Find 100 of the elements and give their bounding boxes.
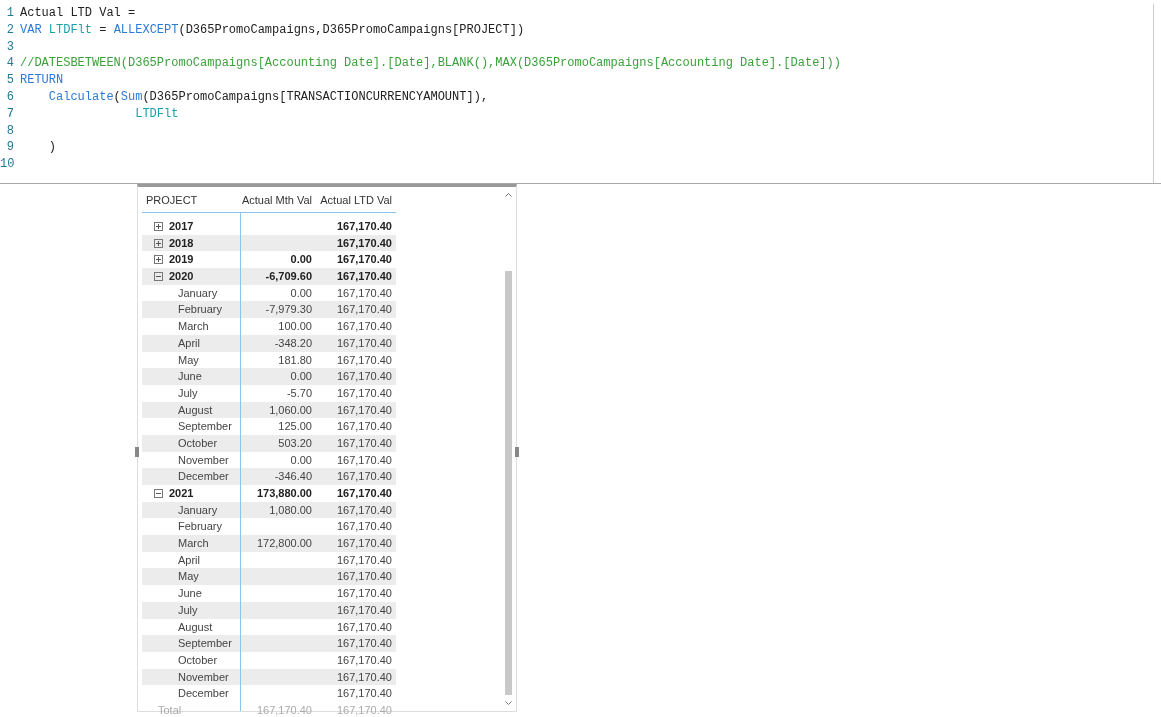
line-number: 8 [5,122,14,140]
table-cell: 167,170.40 [336,487,392,499]
table-cell: 167,170.40 [336,653,392,666]
row-header: October [177,435,218,451]
row-header: December [177,686,229,702]
table-cell: 173,880.00 [256,487,312,499]
table-cell: 167,170.40 [336,603,392,616]
column-header[interactable]: PROJECT [142,193,240,206]
table-cell: 1,060.00 [269,403,312,416]
table-cell: 167,170.40 [336,386,392,399]
code-line: Calculate(Sum(D365PromoCampaigns[TRANSACTIONCURRENCYAMOUNT]), [47,89,489,106]
row-header: 2017 [169,219,194,234]
table-cell: 167,170.40 [336,587,392,600]
row-header: November [177,452,229,468]
row-header: 2020 [169,269,194,285]
code-line: ) [47,139,56,157]
column-header[interactable]: Actual LTD Val [316,193,396,206]
code-line: VAR LTDFlt = ALLEXCEPT(D365PromoCampaigns,D365PromoCampaigns[PROJECT]) [20,21,525,39]
table-cell: 167,170.40 [336,336,392,349]
table-cell: -7,979.30 [265,303,312,316]
table-cell: 0.00 [290,370,312,383]
table-cell: 167,170.40 [336,253,392,266]
table-cell: 167,170.40 [336,637,392,650]
total-label: Total [158,702,182,717]
table-cell: 0.00 [290,286,312,299]
row-header: March [177,319,209,335]
table-cell: 167,170.40 [336,453,392,466]
table-cell: 0.00 [290,253,312,266]
row-header: February [177,519,223,535]
table-cell: 167,170.40 [336,220,392,232]
table-cell: -348.20 [274,336,312,349]
collapse-icon[interactable] [154,488,163,498]
table-cell: 167,170.40 [336,620,392,633]
expand-icon[interactable] [154,255,163,265]
table-cell: 181.80 [278,353,312,366]
row-header: February [177,302,223,318]
table-cell: 167,170.40 [336,537,392,550]
collapse-icon[interactable] [154,271,163,281]
row-header: September [177,419,232,435]
table-cell: -6,709.60 [265,270,312,283]
row-header: April [177,335,200,351]
code-line: LTDFlt [134,105,179,123]
table-cell: 503.20 [278,436,312,449]
resize-handle[interactable] [135,447,139,457]
table-cell: 167,170.40 [336,520,392,533]
line-number: 5 [5,72,14,89]
row-header: 2018 [169,235,194,251]
table-cell: 167,170.40 [336,436,392,449]
row-header: April [177,552,200,568]
table-cell: 167,170.40 [336,403,392,416]
table-cell: 0.00 [290,453,312,466]
row-header: January [177,502,218,518]
row-header: December [177,469,229,485]
scrollbar-thumb[interactable] [505,271,512,695]
table-cell: 167,170.40 [256,703,312,716]
table-cell: 167,170.40 [336,470,392,483]
line-number: 2 [5,21,14,39]
row-header: August [177,402,213,418]
line-number: 1 [5,5,14,22]
line-number: 6 [5,89,14,106]
table-cell: 172,800.00 [256,537,312,550]
row-header: September [177,636,232,652]
row-header: August [177,619,213,635]
row-header: 2021 [169,486,194,501]
editor-scrollbar[interactable] [1153,4,1154,183]
expand-icon[interactable] [154,221,163,231]
row-header: November [177,669,229,685]
resize-handle[interactable] [515,447,519,457]
scroll-up-icon[interactable] [505,193,512,197]
table-cell: 167,170.40 [336,353,392,366]
row-header: July [177,385,198,401]
table-cell: 100.00 [278,320,312,333]
table-cell: 167,170.40 [336,553,392,566]
table-cell: 167,170.40 [336,370,392,383]
table-cell: 1,080.00 [269,503,312,516]
row-header: January [177,285,218,301]
row-header: June [177,369,202,385]
table-cell: 167,170.40 [336,703,392,716]
table-cell: 167,170.40 [336,687,392,700]
row-header: October [177,652,218,668]
table-cell: 167,170.40 [336,670,392,683]
table-cell: 167,170.40 [336,286,392,299]
row-header: June [177,586,202,602]
table-cell: -5.70 [286,386,312,399]
code-line: RETURN [20,72,64,89]
scroll-down-icon[interactable] [505,701,512,705]
column-header[interactable]: Actual Mth Val [240,193,316,206]
table-cell: 167,170.40 [336,570,392,583]
line-number: 3 [5,38,14,56]
row-header: May [177,352,199,368]
line-number: 9 [5,139,14,157]
row-header: March [177,536,209,552]
line-number: 10 [0,156,14,173]
table-cell: 167,170.40 [336,420,392,433]
expand-icon[interactable] [154,238,163,248]
code-line: Actual LTD Val = [20,5,136,22]
row-header: July [177,602,198,618]
table-cell: -346.40 [274,470,312,483]
table-cell: 167,170.40 [336,236,392,249]
table-cell: 167,170.40 [336,303,392,316]
